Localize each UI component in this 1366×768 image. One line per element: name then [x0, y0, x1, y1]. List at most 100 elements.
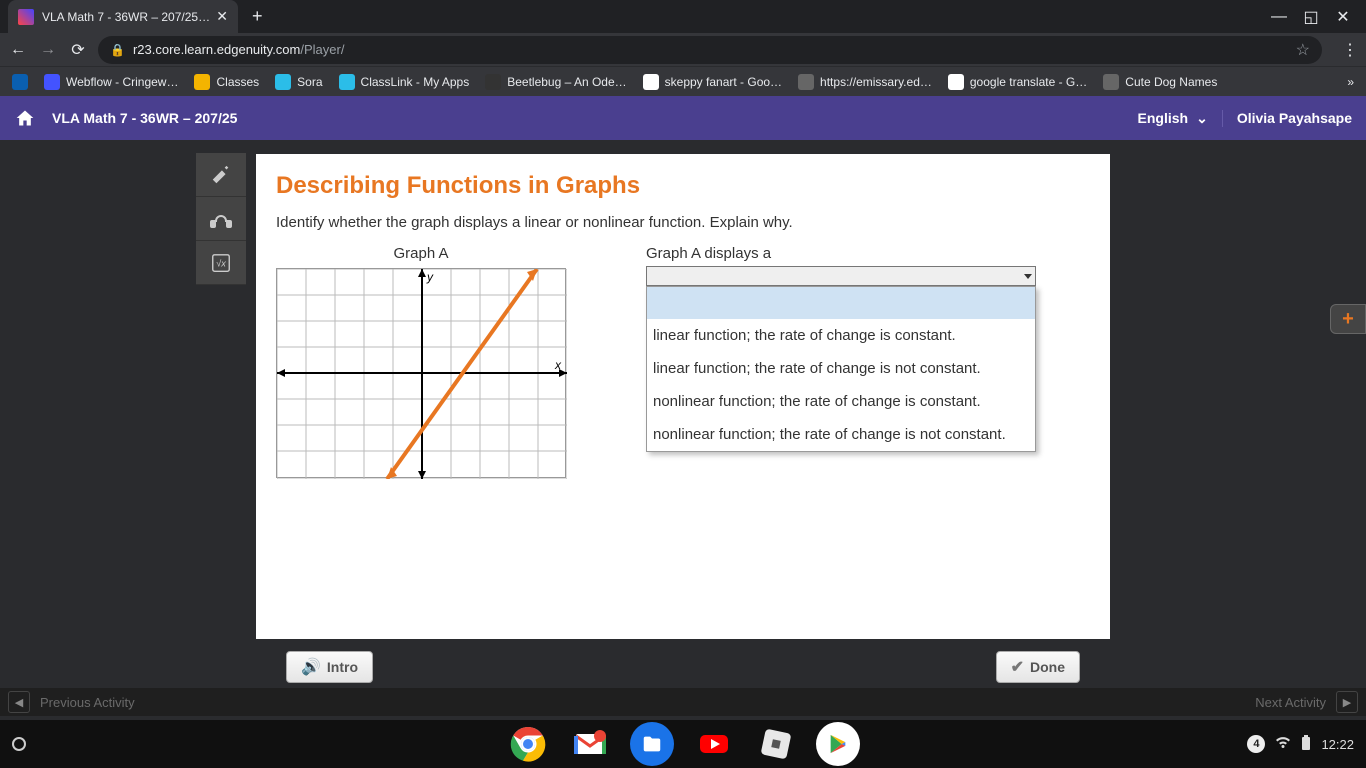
bookmark-item[interactable]: Sora: [275, 74, 322, 90]
answer-lead-text: Graph A displays a: [646, 245, 1036, 262]
next-activity-button[interactable]: ▶: [1336, 691, 1358, 713]
bookmark-label: Webflow - Cringew…: [66, 75, 178, 89]
reload-icon[interactable]: ⟳: [68, 40, 88, 60]
lesson-panel: Describing Functions in Graphs Identify …: [256, 154, 1110, 639]
bookmark-favicon: [948, 74, 964, 90]
bookmark-item[interactable]: Beetlebug – An Ode…: [485, 74, 626, 90]
calculator-tool[interactable]: √x: [196, 241, 246, 285]
system-tray[interactable]: 4 12:22: [1247, 735, 1354, 754]
maximize-icon[interactable]: ◱: [1304, 10, 1318, 24]
bookmark-label: Cute Dog Names: [1125, 75, 1217, 89]
chrome-app-icon[interactable]: [506, 722, 550, 766]
bookmark-favicon: [1103, 74, 1119, 90]
lesson-bottom-bar: 🔊 Intro ✔ Done: [256, 647, 1110, 687]
done-button[interactable]: ✔ Done: [996, 651, 1080, 683]
lesson-prompt: Identify whether the graph displays a li…: [276, 214, 1090, 231]
app-header: VLA Math 7 - 36WR – 207/25 English ⌄ Oli…: [0, 96, 1366, 140]
bookmark-label: google translate - G…: [970, 75, 1087, 89]
lesson-title: Describing Functions in Graphs: [256, 154, 1110, 214]
bookmark-favicon: [643, 74, 659, 90]
user-name: Olivia Payahsape: [1223, 110, 1352, 126]
intro-button[interactable]: 🔊 Intro: [286, 651, 373, 683]
course-title: VLA Math 7 - 36WR – 207/25: [52, 110, 237, 126]
bookmark-favicon: [275, 74, 291, 90]
bookmark-label: skeppy fanart - Goo…: [665, 75, 782, 89]
new-tab-button[interactable]: +: [252, 6, 263, 27]
url-bar[interactable]: 🔒 r23.core.learn.edgenuity.com/Player/ ☆: [98, 36, 1322, 64]
bookmark-item[interactable]: Cute Dog Names: [1103, 74, 1217, 90]
check-icon: ✔: [1011, 657, 1024, 677]
youtube-app-icon[interactable]: [692, 722, 736, 766]
bookmark-favicon: [12, 74, 28, 90]
close-icon[interactable]: ✕: [216, 8, 228, 25]
bookmark-label: https://emissary.ed…: [820, 75, 932, 89]
notification-count: 4: [1247, 735, 1265, 753]
forward-icon[interactable]: →: [38, 40, 58, 60]
dropdown-option[interactable]: nonlinear function; the rate of change i…: [647, 385, 1035, 418]
dropdown-option[interactable]: linear function; the rate of change is n…: [647, 352, 1035, 385]
speaker-icon: 🔊: [301, 657, 321, 677]
previous-activity-label: Previous Activity: [40, 695, 135, 710]
bookmark-item[interactable]: Classes: [194, 74, 259, 90]
browser-nav-bar: ← → ⟳ 🔒 r23.core.learn.edgenuity.com/Pla…: [0, 33, 1366, 66]
dropdown-option[interactable]: nonlinear function; the rate of change i…: [647, 418, 1035, 451]
language-selector[interactable]: English ⌄: [1138, 110, 1223, 127]
bookmark-item[interactable]: ClassLink - My Apps: [339, 74, 470, 90]
close-window-icon[interactable]: ✕: [1336, 10, 1350, 24]
bookmark-item[interactable]: google translate - G…: [948, 74, 1087, 90]
files-app-icon[interactable]: [630, 722, 674, 766]
content-area: √x Describing Functions in Graphs Identi…: [0, 140, 1366, 720]
bookmark-favicon: [194, 74, 210, 90]
intro-button-label: Intro: [327, 659, 358, 675]
chevron-down-icon: ⌄: [1196, 110, 1208, 127]
minimize-icon[interactable]: —: [1272, 10, 1286, 24]
activity-footer: ◀ Previous Activity Next Activity ▶: [0, 688, 1366, 716]
svg-text:y: y: [426, 270, 434, 284]
done-button-label: Done: [1030, 659, 1065, 675]
clock: 12:22: [1321, 737, 1354, 752]
bookmark-item[interactable]: Webflow - Cringew…: [44, 74, 178, 90]
tab-title: VLA Math 7 - 36WR – 207/25 - E: [42, 10, 210, 24]
bookmark-favicon: [44, 74, 60, 90]
bookmark-item[interactable]: https://emissary.ed…: [798, 74, 932, 90]
bookmark-label: ClassLink - My Apps: [361, 75, 470, 89]
bookmark-favicon: [798, 74, 814, 90]
playstore-app-icon[interactable]: [816, 722, 860, 766]
bookmark-star-icon[interactable]: ☆: [1296, 40, 1310, 60]
url-host: r23.core.learn.edgenuity.com: [133, 42, 300, 57]
answer-dropdown-list: linear function; the rate of change is c…: [646, 286, 1036, 452]
graph-label: Graph A: [276, 245, 566, 262]
answer-dropdown[interactable]: [646, 266, 1036, 286]
launcher-icon[interactable]: [12, 737, 26, 751]
highlighter-tool[interactable]: [196, 153, 246, 197]
side-toolbar: √x: [196, 153, 246, 285]
gmail-app-icon[interactable]: [568, 722, 612, 766]
browser-tab[interactable]: VLA Math 7 - 36WR – 207/25 - E ✕: [8, 0, 238, 33]
svg-text:x: x: [554, 358, 562, 372]
battery-icon: [1301, 735, 1311, 754]
expand-tab-button[interactable]: +: [1330, 304, 1366, 334]
url-path: /Player/: [300, 42, 344, 57]
svg-text:√x: √x: [216, 258, 226, 268]
taskbar: 4 12:22: [0, 720, 1366, 768]
dropdown-option-blank[interactable]: [647, 287, 1035, 319]
bookmarks-overflow-icon[interactable]: »: [1347, 75, 1354, 89]
next-activity-label: Next Activity: [1255, 695, 1326, 710]
back-icon[interactable]: ←: [8, 40, 28, 60]
browser-tab-strip: VLA Math 7 - 36WR – 207/25 - E ✕ + — ◱ ✕: [0, 0, 1366, 33]
roblox-app-icon[interactable]: [754, 722, 798, 766]
bookmark-favicon: [339, 74, 355, 90]
home-icon[interactable]: [14, 107, 36, 129]
audio-tool[interactable]: [196, 197, 246, 241]
bookmark-label: Classes: [216, 75, 259, 89]
dropdown-option[interactable]: linear function; the rate of change is c…: [647, 319, 1035, 352]
bookmark-item[interactable]: [12, 74, 28, 90]
browser-menu-icon[interactable]: ⋮: [1342, 40, 1358, 60]
bookmark-item[interactable]: skeppy fanart - Goo…: [643, 74, 782, 90]
bookmark-favicon: [485, 74, 501, 90]
taskbar-apps: [506, 722, 860, 766]
bookmark-label: Sora: [297, 75, 322, 89]
lock-icon: 🔒: [110, 43, 125, 57]
previous-activity-button[interactable]: ◀: [8, 691, 30, 713]
plus-icon: +: [1342, 308, 1354, 331]
